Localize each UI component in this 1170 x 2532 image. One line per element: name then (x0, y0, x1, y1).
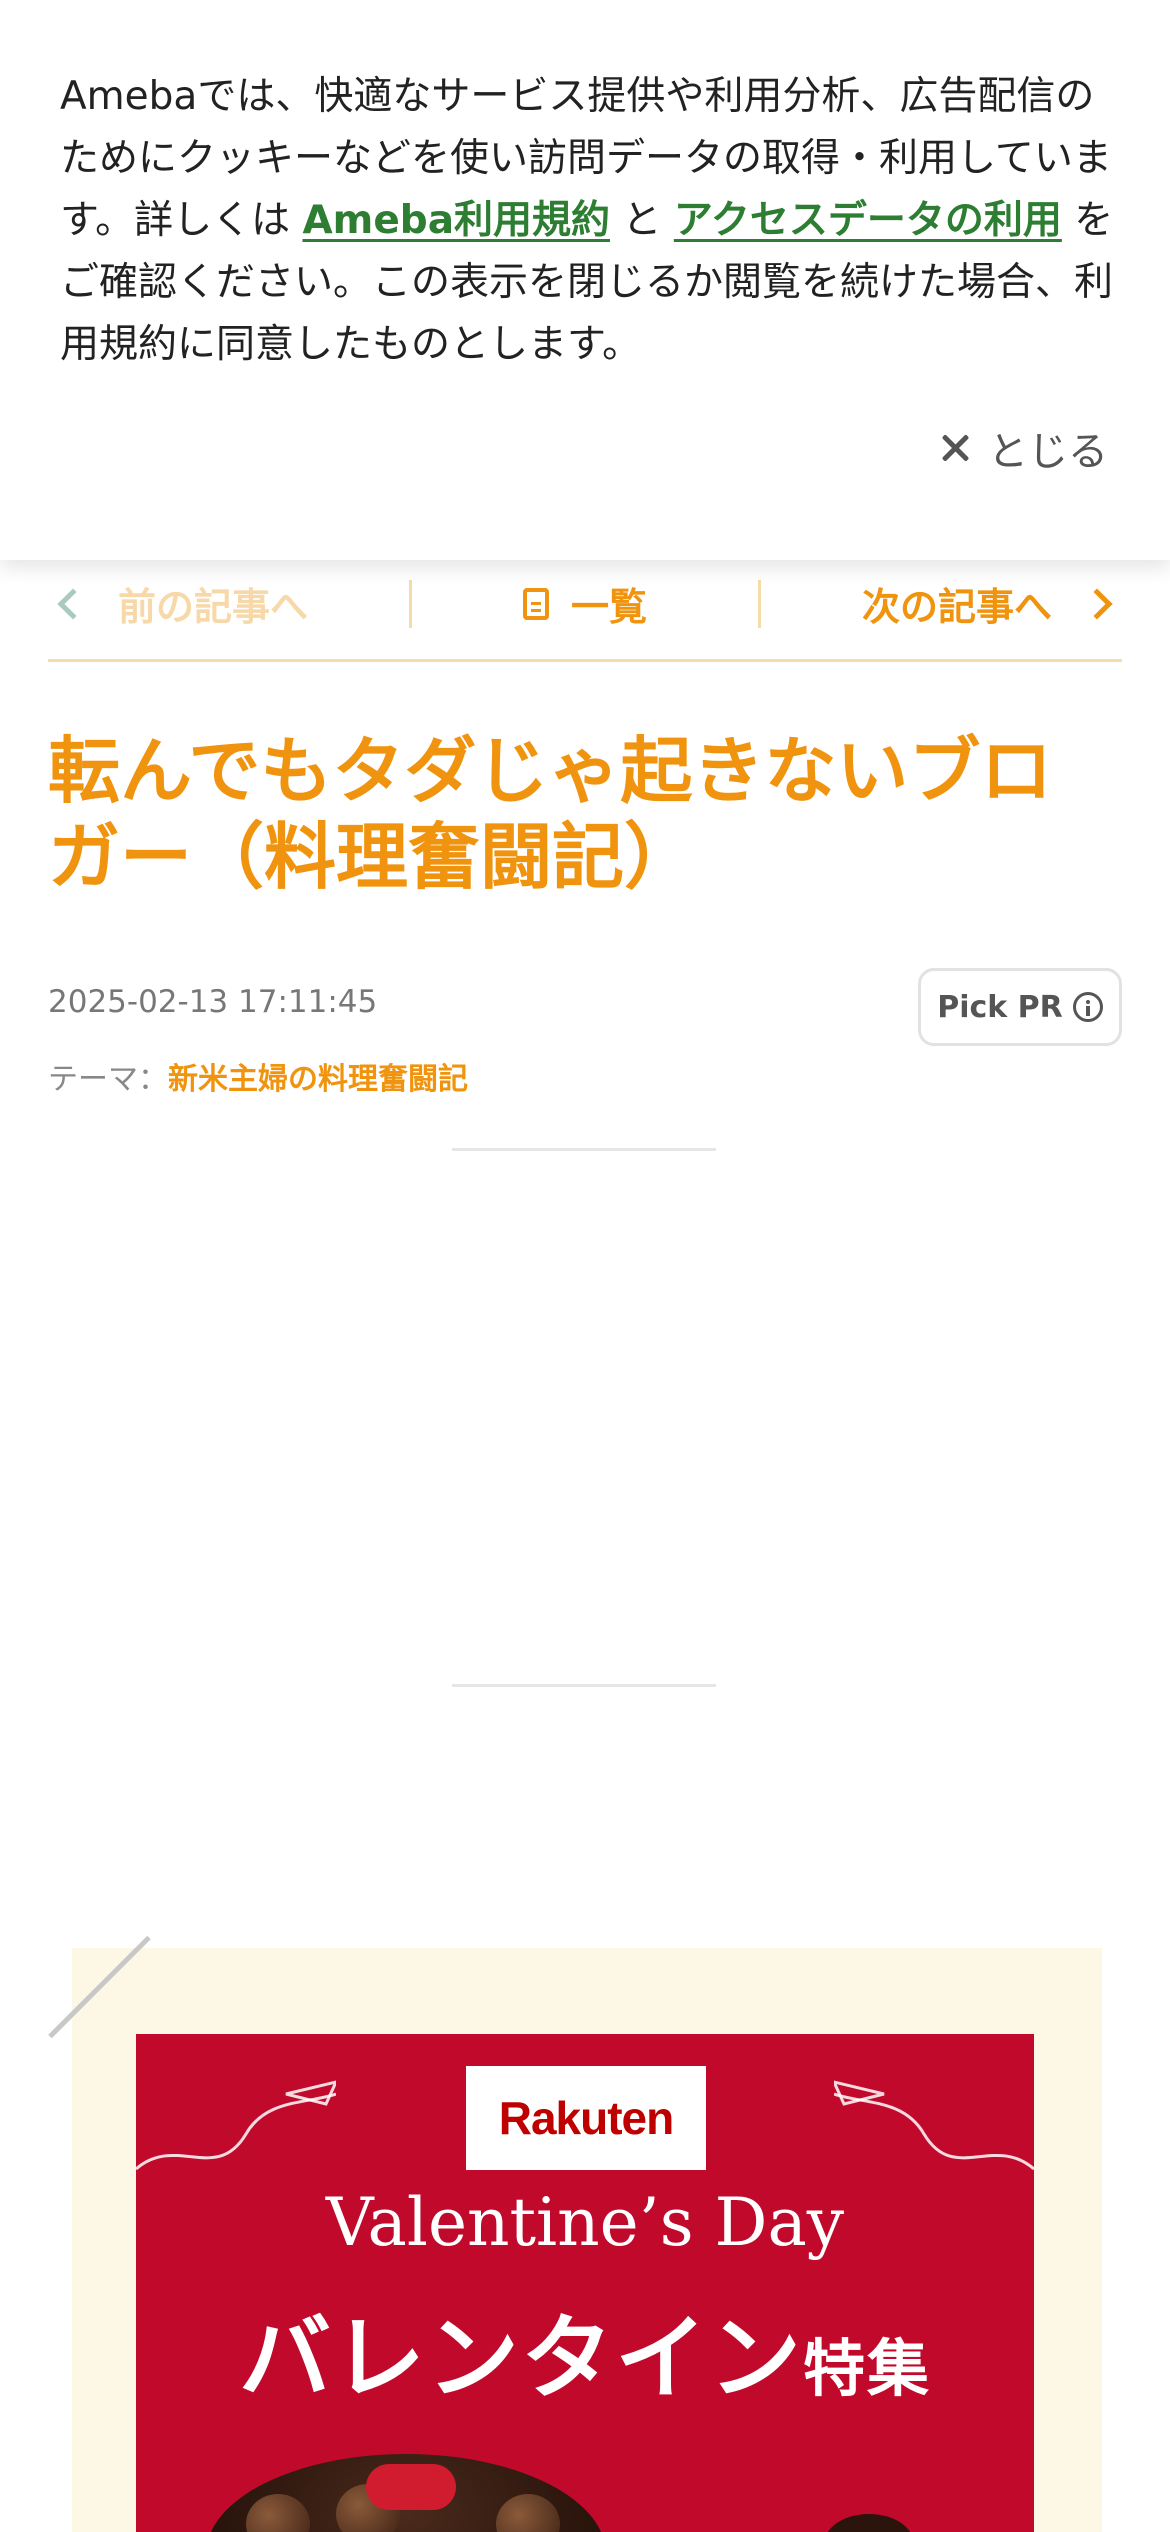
chocolate-piece (246, 2494, 310, 2532)
access-data-link[interactable]: アクセスデータの利用 (674, 198, 1062, 243)
promo-title-japanese: バレンタイン特集 (136, 2284, 1034, 2417)
chocolate-side-image (824, 2514, 914, 2532)
valentine-promo-banner[interactable]: Rakuten Valentine’s Day バレンタイン特集 (136, 2034, 1034, 2532)
rakuten-logo: Rakuten (466, 2066, 706, 2170)
article-navigation: 前の記事へ 一覧 次の記事へ (48, 548, 1122, 662)
article-list-label: 一覧 (571, 585, 648, 629)
close-label: とじる (988, 429, 1108, 475)
cookie-consent-text: Amebaでは、快適なサービス提供や利用分析、広告配信のためにクッキーなどを使い… (60, 66, 1120, 376)
chevron-left-icon (57, 587, 89, 620)
prev-article-button[interactable]: 前の記事へ (48, 548, 409, 659)
chocolate-piece (496, 2494, 560, 2532)
next-article-label: 次の記事へ (862, 585, 1053, 629)
pick-pr-label: Pick PR (937, 989, 1063, 1025)
article-list-button[interactable]: 一覧 (412, 548, 759, 659)
pick-pr-button[interactable]: Pick PR (918, 968, 1122, 1046)
ribbon-right-icon (834, 2080, 1034, 2171)
post-date: 2025-02-13 17:11:45 (48, 984, 378, 1020)
cookie-text-and: と (610, 198, 674, 243)
close-icon (940, 433, 970, 463)
promo-title-english: Valentine’s Day (325, 2184, 845, 2261)
ribbon-bow-image (366, 2464, 456, 2510)
close-cookie-banner-button[interactable]: とじる (940, 418, 1108, 478)
ribbon-left-icon (136, 2080, 336, 2171)
info-icon (1072, 992, 1103, 1022)
cookie-consent-banner: Amebaでは、快適なサービス提供や利用分析、広告配信のためにクッキーなどを使い… (0, 0, 1170, 560)
theme-link[interactable]: 新米主婦の料理奮闘記 (168, 1062, 468, 1097)
theme-row: テーマ：新米主婦の料理奮闘記 (48, 1054, 468, 1098)
article-title: 転んでもタダじゃ起きないブロガー（料理奮闘記） (48, 729, 1053, 899)
ad-divider-bottom (452, 1684, 716, 1687)
promo-title-main: バレンタイン (238, 2305, 803, 2412)
chevron-right-icon (1081, 587, 1113, 620)
prev-article-label: 前の記事へ (118, 585, 309, 629)
ad-divider-top (452, 1148, 716, 1151)
next-article-button[interactable]: 次の記事へ (761, 548, 1122, 659)
ameba-terms-link[interactable]: Ameba利用規約 (303, 198, 611, 243)
promo-title-suffix: 特集 (803, 2332, 932, 2405)
document-icon (523, 587, 549, 620)
theme-label: テーマ： (48, 1062, 168, 1097)
